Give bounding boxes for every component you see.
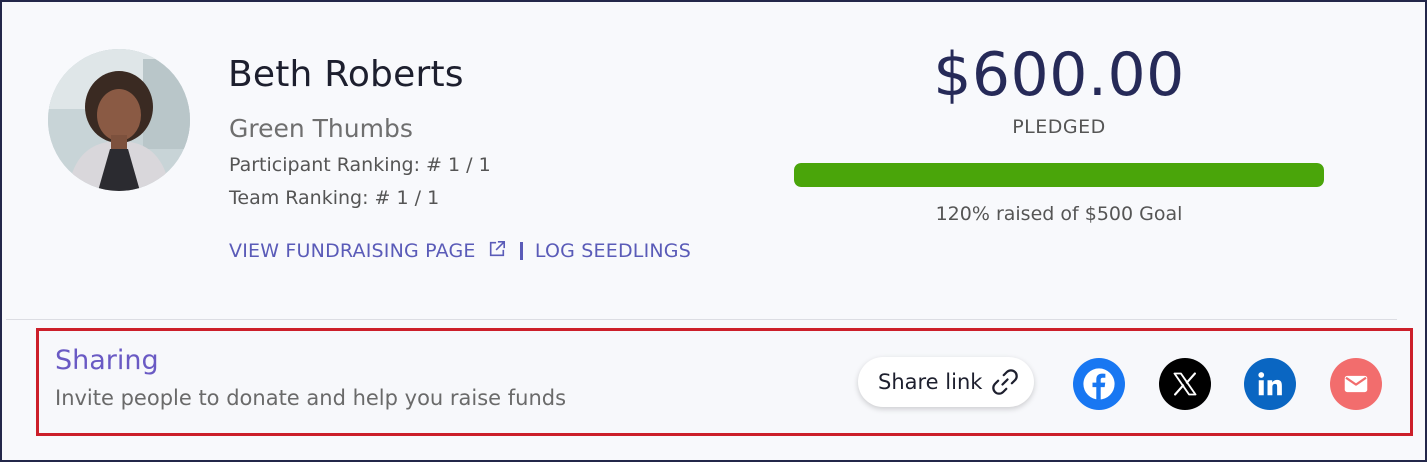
facebook-icon (1083, 368, 1115, 400)
sharing-subtitle: Invite people to donate and help you rai… (55, 386, 567, 410)
progress-bar-fill (794, 163, 1324, 187)
x-share-button[interactable] (1159, 358, 1211, 410)
link-separator (519, 242, 523, 260)
pledged-amount: $600.00 (933, 40, 1185, 110)
section-divider (6, 319, 1397, 320)
profile-photo (48, 49, 190, 191)
pledged-label: PLEDGED (1012, 116, 1106, 138)
progress-text: 120% raised of $500 Goal (935, 203, 1183, 225)
linkedin-icon (1258, 372, 1282, 396)
participant-ranking: Participant Ranking: # 1 / 1 (229, 154, 491, 176)
view-fundraising-page-label: VIEW FUNDRAISING PAGE (229, 240, 476, 262)
team-name: Green Thumbs (229, 114, 413, 143)
sharing-title: Sharing (55, 345, 159, 376)
sharing-section: Sharing Invite people to donate and help… (36, 328, 1413, 436)
avatar (48, 49, 190, 191)
action-links: VIEW FUNDRAISING PAGE LOG SEEDLINGS (229, 240, 691, 262)
facebook-share-button[interactable] (1073, 358, 1125, 410)
email-share-button[interactable] (1330, 358, 1382, 410)
link-icon (992, 369, 1019, 395)
linkedin-share-button[interactable] (1244, 358, 1296, 410)
email-icon (1344, 375, 1368, 393)
participant-name: Beth Roberts (228, 54, 464, 95)
view-fundraising-page-link[interactable]: VIEW FUNDRAISING PAGE (229, 240, 506, 262)
progress-bar (794, 163, 1324, 187)
log-seedlings-link[interactable]: LOG SEEDLINGS (535, 240, 691, 262)
external-link-icon (489, 240, 505, 257)
x-icon (1173, 372, 1197, 396)
participant-card: Beth Roberts Green Thumbs Participant Ra… (0, 0, 1427, 462)
share-link-button[interactable]: Share link (858, 357, 1035, 407)
share-link-label: Share link (878, 370, 983, 394)
team-ranking: Team Ranking: # 1 / 1 (229, 187, 440, 209)
